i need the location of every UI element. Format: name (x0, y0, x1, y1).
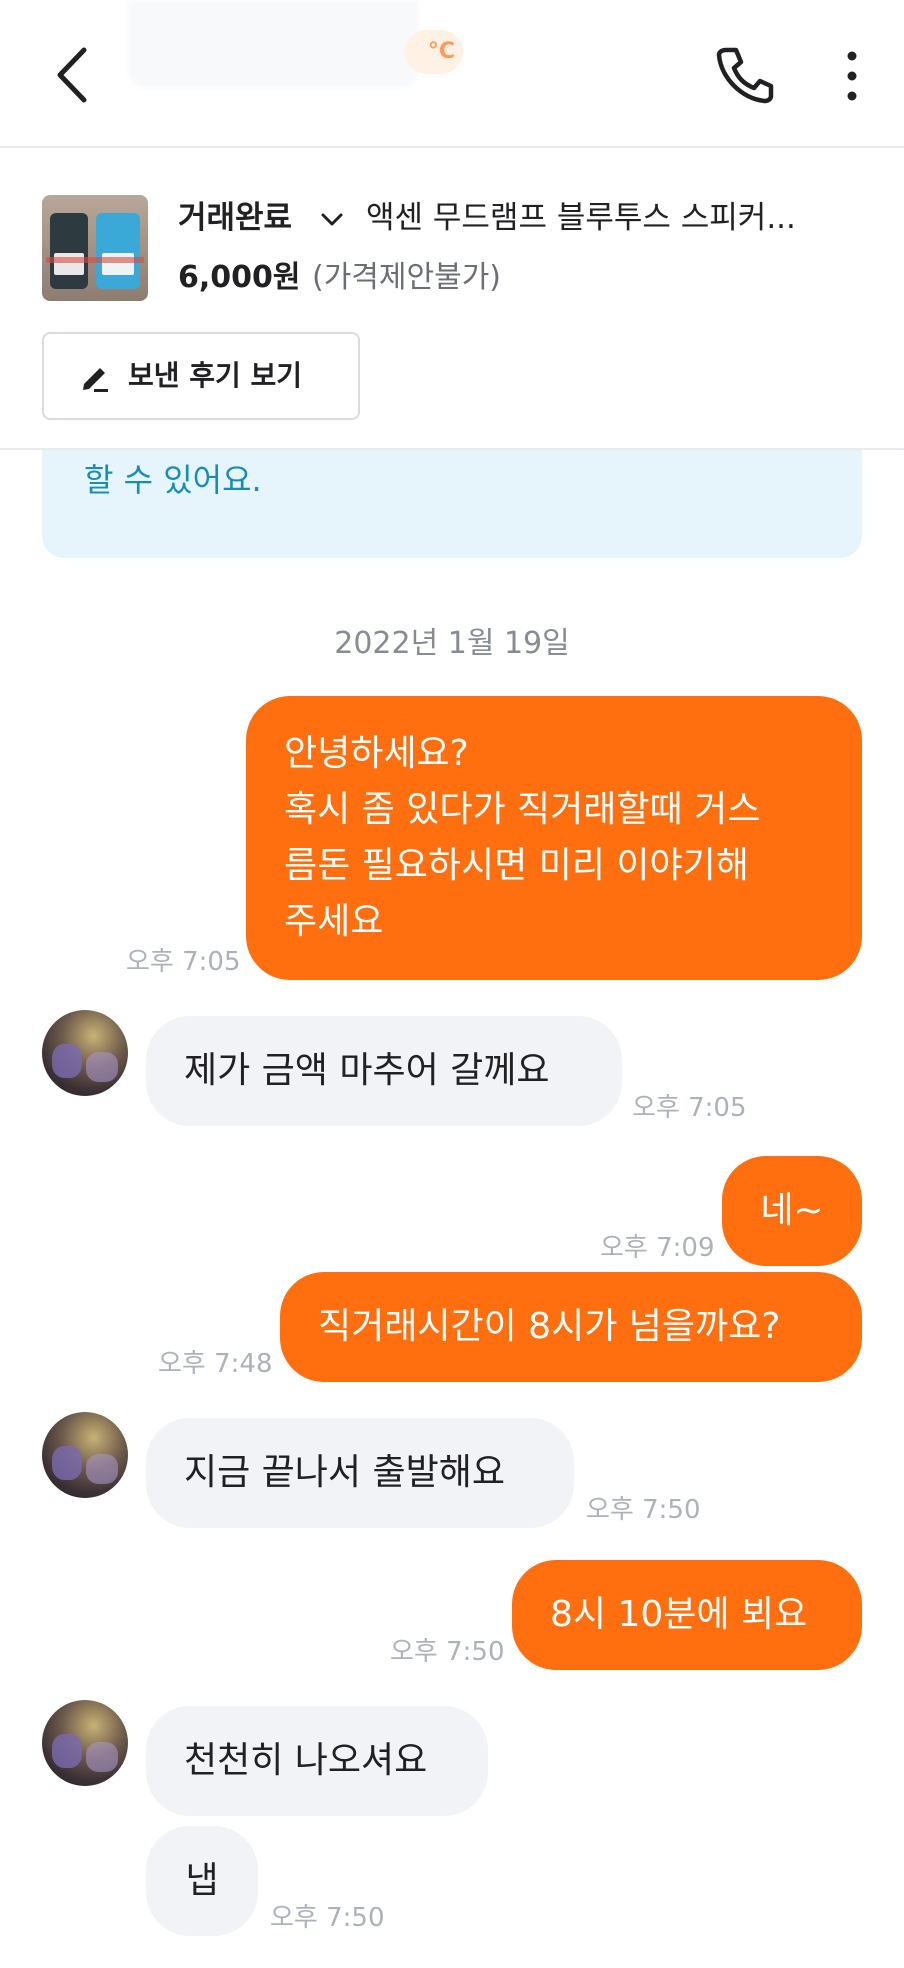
product-divider (0, 448, 904, 450)
message-line: 안녕하세요? (284, 733, 469, 774)
message-bubble-mine[interactable]: 안녕하세요? 혹시 좀 있다가 직거래할때 거스 름돈 필요하시면 미리 이야기… (246, 696, 862, 980)
message-time: 오후 7:50 (270, 1903, 385, 1933)
message-time: 오후 7:05 (126, 947, 241, 977)
phone-icon[interactable] (712, 44, 776, 104)
product-title[interactable]: 액센 무드램프 블루투스 스피커... (366, 196, 796, 240)
message-text: 지금 끝나서 출발해요 (184, 1452, 505, 1493)
price-note: (가격제안불가) (312, 260, 502, 295)
avatar[interactable] (42, 1010, 128, 1096)
message-text: 제가 금액 마추어 갈께요 (184, 1050, 550, 1091)
message-text: 냅 (185, 1860, 219, 1901)
chevron-down-icon[interactable] (320, 208, 344, 230)
date-separator: 2022년 1월 19일 (334, 626, 570, 661)
message-text: 네~ (760, 1190, 824, 1231)
avatar[interactable] (42, 1412, 128, 1498)
message-line: 주세요 (284, 901, 384, 942)
message-bubble-other[interactable]: 제가 금액 마추어 갈께요 (146, 1016, 622, 1126)
product-thumbnail[interactable] (42, 195, 148, 301)
message-bubble-other[interactable]: 지금 끝나서 출발해요 (146, 1418, 574, 1528)
message-bubble-mine[interactable]: 네~ (722, 1156, 862, 1266)
message-time: 오후 7:05 (632, 1093, 747, 1123)
message-time: 오후 7:50 (390, 1637, 505, 1667)
pencil-icon (83, 368, 108, 392)
message-time: 오후 7:50 (586, 1495, 701, 1525)
message-line: 름돈 필요하시면 미리 이야기해 (284, 845, 749, 886)
message-text: 천천히 나오셔요 (184, 1740, 428, 1781)
view-sent-review-button[interactable]: 보낸 후기 보기 (42, 332, 360, 420)
manner-temperature-badge: °C (405, 30, 463, 74)
message-text: 직거래시간이 8시가 넘을까요? (318, 1306, 781, 1347)
trade-status[interactable]: 거래완료 (178, 196, 292, 240)
notice-text: 할 수 있어요. (84, 461, 262, 499)
more-icon[interactable] (838, 48, 866, 104)
message-bubble-other[interactable]: 냅 (146, 1826, 258, 1936)
review-button-label: 보낸 후기 보기 (128, 359, 303, 392)
message-bubble-mine[interactable]: 직거래시간이 8시가 넘을까요? (280, 1272, 862, 1382)
chat-partner-name-blurred (128, 0, 418, 88)
product-price: 6,000원 (178, 260, 301, 295)
message-time: 오후 7:48 (158, 1349, 273, 1379)
message-text: 8시 10분에 뵈요 (550, 1594, 808, 1635)
message-bubble-mine[interactable]: 8시 10분에 뵈요 (512, 1560, 862, 1670)
message-bubble-other[interactable]: 천천히 나오셔요 (146, 1706, 488, 1816)
avatar[interactable] (42, 1700, 128, 1786)
message-time: 오후 7:09 (600, 1233, 715, 1263)
message-line: 혹시 좀 있다가 직거래할때 거스 (284, 789, 761, 830)
back-icon[interactable] (50, 44, 106, 106)
